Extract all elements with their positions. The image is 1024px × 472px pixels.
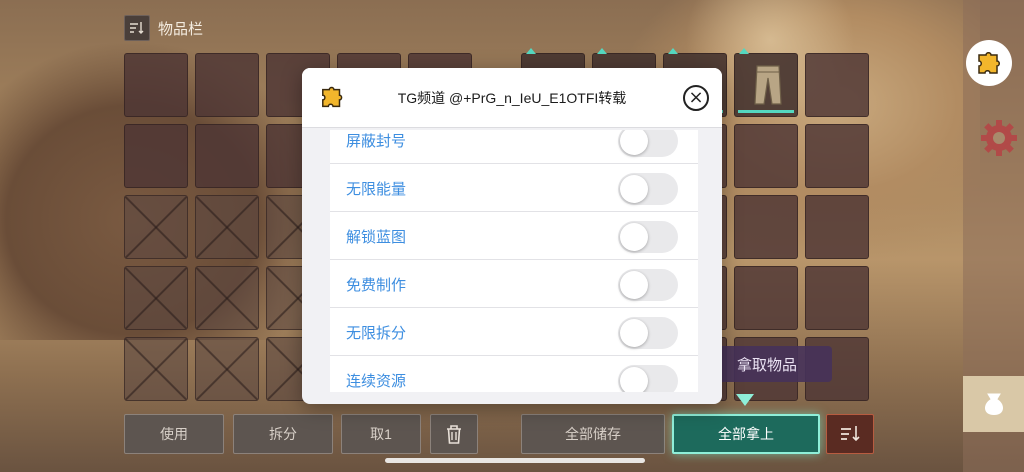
toggle-row: 免费制作 xyxy=(330,260,698,308)
toggle-label: 无限拆分 xyxy=(346,325,407,342)
puzzle-logo-icon xyxy=(322,86,343,108)
inventory-header: 物品栏 xyxy=(124,15,203,41)
toggle-label: 解锁蓝图 xyxy=(346,229,407,246)
inventory-slot[interactable] xyxy=(124,124,188,188)
toggle-label: 屏蔽封号 xyxy=(346,133,407,150)
toggle-switch[interactable] xyxy=(618,365,678,392)
inventory-slot[interactable] xyxy=(195,53,259,117)
toggle-switch[interactable] xyxy=(618,221,678,253)
toggle-row: 连续资源 xyxy=(330,356,698,392)
locked-slot xyxy=(124,266,188,330)
bag-icon xyxy=(984,393,1003,415)
locked-slot xyxy=(195,266,259,330)
toggle-row: 解锁蓝图 xyxy=(330,212,698,260)
sort-button[interactable] xyxy=(826,414,874,454)
container-slot[interactable] xyxy=(734,124,798,188)
cheat-menu-dialog: TG频道 @+PrG_n_IeU_E1OTFI转载 × 屏蔽封号 无限能量 解锁… xyxy=(302,68,722,404)
toggle-row: 屏蔽封号 xyxy=(330,130,698,164)
toggle-label: 免费制作 xyxy=(346,277,407,294)
store-all-button[interactable]: 全部储存 xyxy=(521,414,665,454)
toggle-knob xyxy=(620,319,648,347)
locked-slot xyxy=(124,337,188,401)
new-item-marker xyxy=(597,48,607,54)
arrow-down-icon xyxy=(736,394,754,406)
inventory-slot[interactable] xyxy=(195,124,259,188)
toggle-list[interactable]: 屏蔽封号 无限能量 解锁蓝图 免费制作 无限拆分 连续资源 xyxy=(330,130,698,392)
toggle-switch[interactable] xyxy=(618,173,678,205)
sidebar-item-bag[interactable] xyxy=(963,376,1024,432)
toggle-knob xyxy=(620,367,648,392)
trash-icon xyxy=(447,425,461,444)
toggle-switch[interactable] xyxy=(618,269,678,301)
container-slot[interactable] xyxy=(805,124,869,188)
container-slot[interactable] xyxy=(805,266,869,330)
toggle-knob xyxy=(620,271,648,299)
dialog-title: TG频道 @+PrG_n_IeU_E1OTFI转载 xyxy=(397,90,627,106)
toggle-switch[interactable] xyxy=(618,317,678,349)
dialog-header: TG频道 @+PrG_n_IeU_E1OTFI转载 × xyxy=(302,68,722,128)
sidebar-item-puzzle[interactable] xyxy=(966,40,1012,86)
container-slot[interactable] xyxy=(734,195,798,259)
new-item-marker xyxy=(668,48,678,54)
new-item-marker xyxy=(739,48,749,54)
sort-icon xyxy=(841,426,860,442)
locked-slot xyxy=(195,337,259,401)
puzzle-icon xyxy=(978,52,1000,74)
toggle-knob xyxy=(620,175,648,203)
use-button[interactable]: 使用 xyxy=(124,414,224,454)
close-icon[interactable]: × xyxy=(683,85,709,111)
durability-bar xyxy=(738,110,794,113)
inventory-slot[interactable] xyxy=(124,53,188,117)
split-button[interactable]: 拆分 xyxy=(233,414,333,454)
container-slot[interactable] xyxy=(805,53,869,117)
home-indicator[interactable] xyxy=(385,458,645,463)
take-all-button[interactable]: 全部拿上 xyxy=(672,414,820,454)
container-slot[interactable] xyxy=(734,266,798,330)
take-one-button[interactable]: 取1 xyxy=(341,414,421,454)
locked-slot xyxy=(195,195,259,259)
toggle-row: 无限能量 xyxy=(330,164,698,212)
toggle-label: 无限能量 xyxy=(346,181,407,198)
toggle-label: 连续资源 xyxy=(346,373,407,390)
sort-icon[interactable] xyxy=(124,15,150,41)
pants-icon xyxy=(754,65,782,105)
toggle-knob xyxy=(620,223,648,251)
new-item-marker xyxy=(526,48,536,54)
container-slot[interactable] xyxy=(805,195,869,259)
inventory-title: 物品栏 xyxy=(158,20,204,38)
toggle-row: 无限拆分 xyxy=(330,308,698,356)
trash-button[interactable] xyxy=(430,414,478,454)
toggle-switch[interactable] xyxy=(618,130,678,157)
toggle-knob xyxy=(620,130,648,155)
container-slot[interactable] xyxy=(734,48,798,117)
locked-slot xyxy=(124,195,188,259)
gear-icon[interactable] xyxy=(979,118,1019,158)
